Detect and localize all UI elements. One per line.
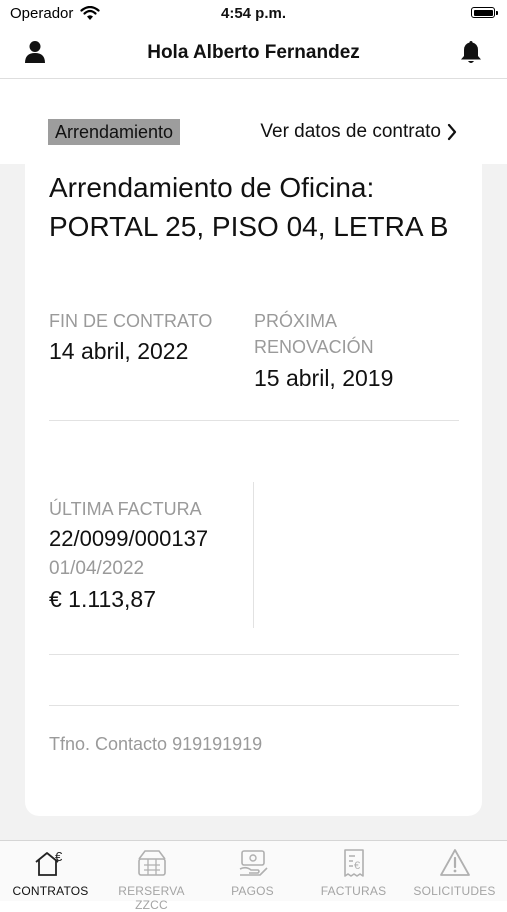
last-invoice-label: ÚLTIMA FACTURA <box>49 499 202 519</box>
tab-contracts[interactable]: € CONTRATOS <box>0 841 101 901</box>
bell-icon[interactable] <box>459 39 483 65</box>
vertical-divider <box>253 482 254 628</box>
end-date-value: 14 abril, 2022 <box>49 338 189 364</box>
divider <box>49 705 459 706</box>
invoice-date: 01/04/2022 <box>49 558 145 579</box>
battery-icon <box>471 7 498 18</box>
contract-title: Arrendamiento de Oficina: PORTAL 25, PIS… <box>49 172 449 242</box>
tab-label: FACTURAS <box>320 884 387 898</box>
tab-label: RERSERVA ZZCC <box>118 884 185 912</box>
chevron-right-icon[interactable] <box>447 123 457 141</box>
invoices-icon: € <box>344 849 364 877</box>
status-time: 4:54 p.m. <box>220 5 287 22</box>
nav-header: Hola Alberto Fernandez <box>0 28 507 79</box>
divider <box>49 654 459 655</box>
tab-bar: € CONTRATOS RERSERVA ZZCC PAGOS € FACTUR… <box>0 840 507 912</box>
invoice-number: 22/0099/000137 <box>49 526 209 551</box>
renewal-label: PRÓXIMA RENOVACIÓN <box>254 311 374 357</box>
tab-payments[interactable]: PAGOS <box>202 841 303 901</box>
invoice-amount: € 1.113,87 <box>49 586 157 612</box>
page-title: Hola Alberto Fernandez <box>147 42 360 63</box>
contract-type-tag: Arrendamiento <box>48 119 181 145</box>
contracts-icon: € <box>35 849 63 876</box>
end-date-label: FIN DE CONTRATO <box>49 311 213 331</box>
tab-label: SOLICITUDES <box>413 884 496 898</box>
warning-icon <box>440 849 470 876</box>
payments-icon <box>239 850 268 876</box>
tab-label: CONTRATOS <box>12 884 89 898</box>
renewal-value: 15 abril, 2019 <box>254 365 394 391</box>
svg-text:€: € <box>55 849 63 864</box>
divider <box>49 420 459 421</box>
svg-text:€: € <box>354 860 360 872</box>
tab-requests[interactable]: SOLICITUDES <box>404 841 505 901</box>
status-bar: Operador 4:54 p.m. <box>0 0 507 28</box>
tab-invoices[interactable]: € FACTURAS <box>303 841 404 901</box>
tab-label: PAGOS <box>231 884 274 898</box>
reservation-icon <box>138 850 166 876</box>
contact-phone[interactable]: Tfno. Contacto 919191919 <box>49 734 262 755</box>
contract-card[interactable]: Arrendamiento de Oficina: PORTAL 25, PIS… <box>25 164 482 816</box>
tab-reservation[interactable]: RERSERVA ZZCC <box>101 841 202 912</box>
view-contract-link[interactable]: Ver datos de contrato <box>260 119 441 145</box>
